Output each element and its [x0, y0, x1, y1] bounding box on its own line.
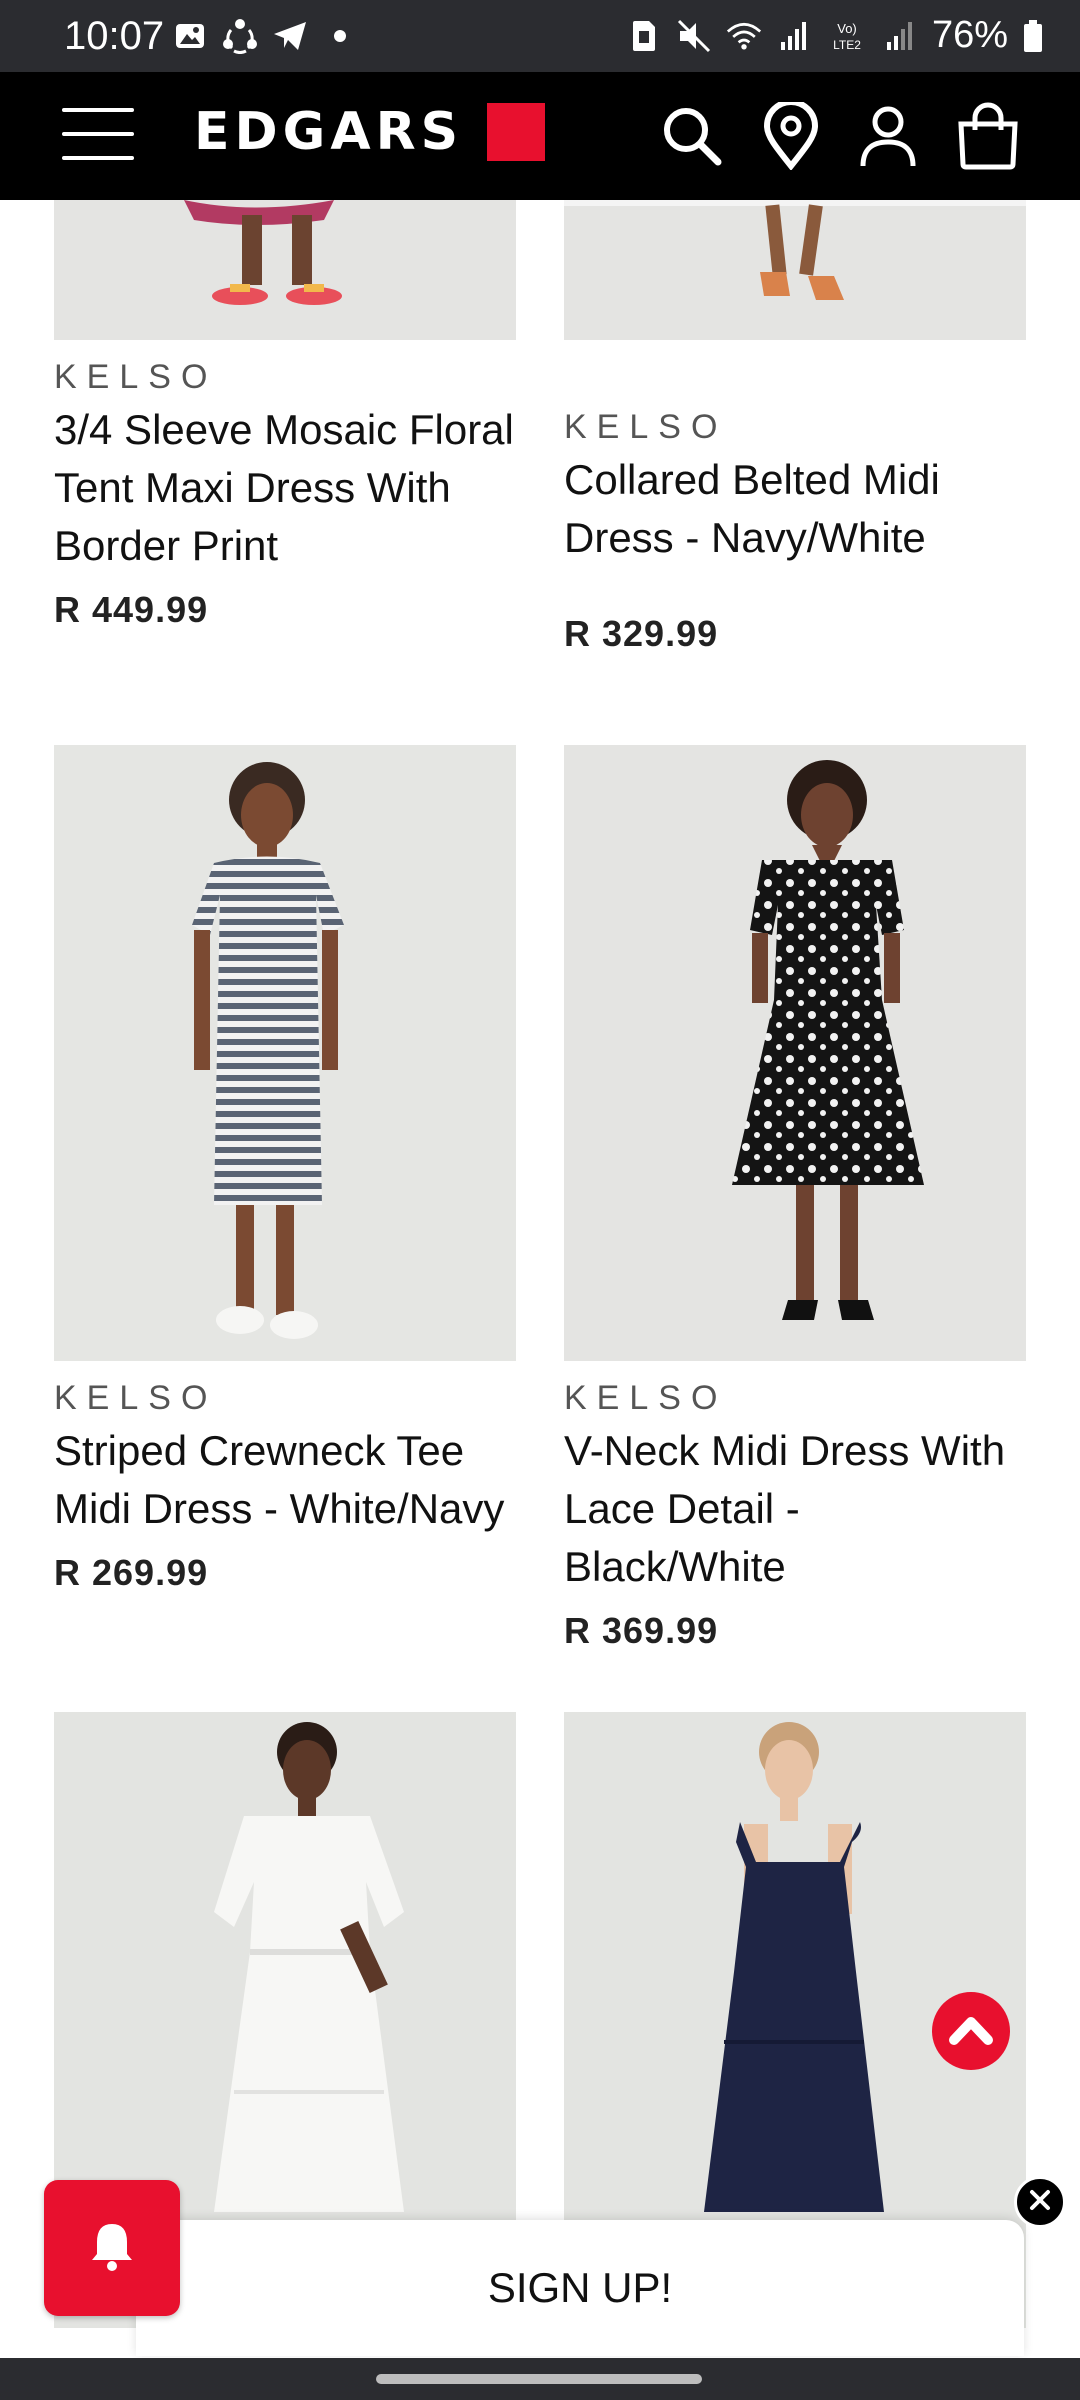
- cart-icon[interactable]: [952, 100, 1024, 172]
- volte-icon: Vo) LTE2: [826, 18, 868, 54]
- product-name[interactable]: Striped Crewneck Tee Midi Dress - White/…: [54, 1422, 516, 1538]
- dot-icon: [322, 18, 358, 54]
- chevron-up-icon: [948, 2012, 994, 2051]
- status-time: 10:07: [64, 14, 165, 58]
- product-brand: KELSO: [54, 358, 218, 396]
- home-gesture-handle[interactable]: [376, 2374, 702, 2384]
- telegram-icon: [272, 18, 308, 54]
- status-icons-right: Vo) LTE2 76%: [626, 14, 1044, 57]
- product-price: R 329.99: [564, 613, 719, 654]
- product-card[interactable]: KELSO Striped Crewneck Tee Midi Dress - …: [54, 745, 516, 1594]
- notification-bell-button[interactable]: [44, 2180, 180, 2316]
- logo-text: EDGARS: [194, 102, 464, 162]
- menu-icon-line: [62, 156, 134, 160]
- signup-button[interactable]: SIGN UP!: [488, 2264, 672, 2312]
- product-price: R 449.99: [54, 589, 209, 630]
- account-icon[interactable]: [852, 100, 924, 172]
- image-icon: [172, 18, 208, 54]
- product-image[interactable]: [54, 200, 516, 340]
- product-price: R 369.99: [564, 1610, 719, 1651]
- battery-icon: [1022, 18, 1044, 54]
- product-brand: KELSO: [54, 1379, 218, 1417]
- product-price: R 269.99: [54, 1552, 209, 1593]
- close-icon: [1027, 2187, 1053, 2218]
- bell-icon: [89, 2220, 135, 2277]
- product-card[interactable]: KELSO Collared Belted Midi Dress - Navy/…: [564, 200, 1026, 655]
- sim-icon: [626, 18, 662, 54]
- product-brand: KELSO: [564, 1379, 728, 1417]
- product-image[interactable]: [564, 745, 1026, 1361]
- product-name[interactable]: Collared Belted Midi Dress - Navy/White: [564, 451, 1026, 567]
- product-image[interactable]: [54, 745, 516, 1361]
- product-card[interactable]: KELSO 3/4 Sleeve Mosaic Floral Tent Maxi…: [54, 200, 516, 631]
- svg-text:LTE2: LTE2: [833, 38, 861, 52]
- logo-square: [487, 103, 546, 161]
- product-name[interactable]: V-Neck Midi Dress With Lace Detail - Bla…: [564, 1422, 1026, 1596]
- battery-percent: 76%: [931, 14, 1008, 56]
- product-grid: KELSO 3/4 Sleeve Mosaic Floral Tent Maxi…: [0, 200, 1080, 2360]
- search-icon[interactable]: [656, 100, 728, 172]
- status-bar: 10:07 Vo) LTE2 76%: [0, 0, 1080, 72]
- signal-icon-2: [882, 18, 918, 54]
- system-nav-bar: [0, 2358, 1080, 2400]
- back-to-top-button[interactable]: [932, 1992, 1010, 2070]
- logo[interactable]: EDGARS: [194, 102, 546, 162]
- signup-bar[interactable]: SIGN UP!: [136, 2220, 1024, 2356]
- signal-icon: [776, 18, 812, 54]
- wifi-icon: [726, 18, 762, 54]
- product-card[interactable]: KELSO V-Neck Midi Dress With Lace Detail…: [564, 745, 1026, 1652]
- menu-button[interactable]: [62, 108, 134, 164]
- menu-icon-line: [62, 132, 134, 136]
- menu-icon-line: [62, 108, 134, 112]
- site-header: EDGARS: [0, 72, 1080, 200]
- product-brand: KELSO: [564, 408, 728, 446]
- product-name[interactable]: 3/4 Sleeve Mosaic Floral Tent Maxi Dress…: [54, 401, 516, 575]
- status-icons-left: [172, 18, 358, 54]
- product-image[interactable]: [564, 200, 1026, 340]
- sync-icon: [222, 18, 258, 54]
- mute-icon: [676, 18, 712, 54]
- store-locator-icon[interactable]: [755, 100, 827, 172]
- close-signup-button[interactable]: [1014, 2176, 1066, 2228]
- svg-text:Vo): Vo): [837, 21, 857, 36]
